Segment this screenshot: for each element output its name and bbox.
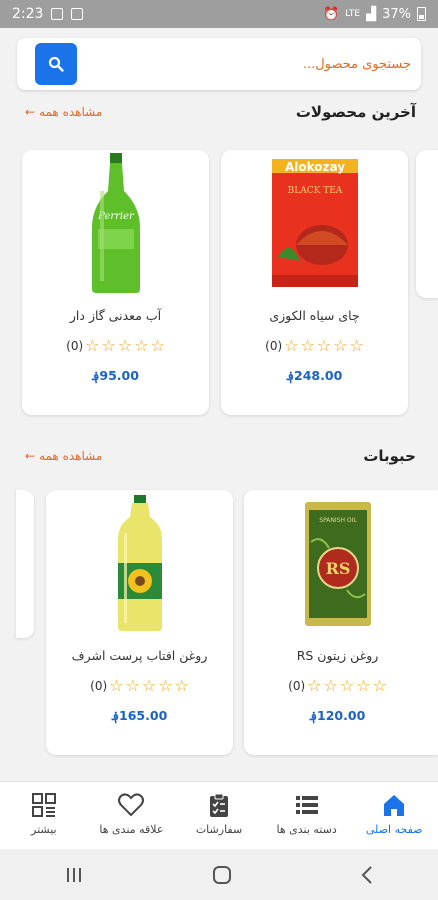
water-bottle-image: Perrier <box>91 153 140 293</box>
arrow-left-icon: ← <box>25 105 36 119</box>
tin-sub-text: SPANISH OIL <box>319 517 357 524</box>
star-icon: ☆ <box>158 676 173 695</box>
nav-more[interactable]: بیشتر <box>0 782 88 849</box>
tea-brand-text: Alokozay <box>284 160 344 174</box>
home-button-icon[interactable] <box>212 865 232 885</box>
star-icon: ☆ <box>300 336 315 355</box>
tea-sub-text: BLACK TEA <box>287 186 342 196</box>
star-icon: ☆ <box>134 336 149 355</box>
list-icon <box>295 796 318 814</box>
sunflower-oil-bottle-image <box>117 495 162 631</box>
nav-home[interactable]: صفحه اصلی <box>350 782 438 849</box>
view-all-link[interactable]: مشاهده همه ← <box>25 105 102 119</box>
nav-label: صفحه اصلی <box>365 823 423 836</box>
star-icon: ☆ <box>174 676 189 695</box>
star-icon: ☆ <box>333 336 348 355</box>
nav-favorites[interactable]: علاقه مندی ها <box>88 782 176 849</box>
heart-icon <box>118 793 145 817</box>
rating-count: (0) <box>66 339 84 353</box>
product-image: Alokozay BLACK TEA <box>221 150 408 296</box>
partial-product-card[interactable] <box>16 490 34 638</box>
product-price: 120.00؋ <box>309 708 366 723</box>
alarm-icon: ⏰ <box>322 6 340 22</box>
star-icon: ☆ <box>372 676 387 695</box>
system-navigation-bar <box>0 849 438 900</box>
back-icon[interactable] <box>360 865 374 885</box>
star-icon: ☆ <box>339 676 355 695</box>
star-icon: ☆ <box>323 676 338 695</box>
product-rating: ☆ ☆ ☆ ☆ ☆ (0) <box>22 338 209 354</box>
latest-products-header: آخرین محصولات مشاهده همه ← <box>0 103 438 133</box>
product-name: آب معدنی گاز دار <box>69 308 162 323</box>
star-icon: ☆ <box>307 676 322 695</box>
nav-label: علاقه مندی ها <box>99 823 164 836</box>
rating-count: (0) <box>265 339 283 353</box>
view-all-label: مشاهده همه <box>39 105 103 119</box>
grid-icon <box>31 793 56 817</box>
app-notification-icon <box>71 8 84 20</box>
star-icon: ☆ <box>356 676 371 695</box>
battery-level: 37% <box>382 6 411 22</box>
rating-count: (0) <box>90 679 108 693</box>
product-rating: ☆ ☆ ☆ ☆ ☆ (0) <box>46 678 233 694</box>
star-icon: ☆ <box>109 676 124 695</box>
nav-label: سفارشات <box>195 823 243 836</box>
star-icon: ☆ <box>284 336 299 355</box>
product-card[interactable]: Alokozay BLACK TEA چای سیاه الکوزی ☆ ☆ ☆… <box>221 150 408 415</box>
recent-apps-icon[interactable] <box>64 866 84 884</box>
product-image: Perrier <box>22 150 209 296</box>
product-image <box>46 490 233 636</box>
search-button[interactable] <box>35 43 77 85</box>
nav-orders[interactable]: سفارشات <box>175 782 263 849</box>
star-icon: ☆ <box>150 336 165 355</box>
image-notification-icon <box>51 8 64 20</box>
product-rating: ☆ ☆ ☆ ☆ ☆ (0) <box>244 678 431 694</box>
star-icon: ☆ <box>117 336 133 355</box>
star-icon: ☆ <box>316 336 332 355</box>
product-image: SPANISH OIL RS <box>244 490 431 636</box>
product-price: 248.00؋ <box>286 368 343 383</box>
rating-count: (0) <box>288 679 306 693</box>
star-icon: ☆ <box>141 676 157 695</box>
search-icon <box>48 56 64 72</box>
status-time: 2:23 <box>12 6 44 22</box>
tin-brand-text: RS <box>325 559 350 578</box>
nav-categories[interactable]: دسته بندی ها <box>263 782 351 849</box>
network-type: LTE <box>345 9 361 19</box>
tea-box-image: Alokozay BLACK TEA <box>271 159 358 287</box>
star-icon: ☆ <box>349 336 364 355</box>
section-title: آخرین محصولات <box>295 103 416 121</box>
star-icon: ☆ <box>101 336 116 355</box>
view-all-link[interactable]: مشاهده همه ← <box>25 449 102 463</box>
product-name: روغن زیتون RS <box>296 648 379 663</box>
partial-product-card[interactable] <box>416 150 438 298</box>
bottom-navigation: صفحه اصلی دسته بندی ها سفارشات علاقه مند… <box>0 781 438 849</box>
battery-icon <box>417 7 426 21</box>
product-name: روغن افتاب پرست اشرف <box>71 648 208 663</box>
signal-icon: ▟ <box>366 6 377 22</box>
product-price: 165.00؋ <box>111 708 168 723</box>
product-card[interactable]: Perrier آب معدنی گاز دار ☆ ☆ ☆ ☆ ☆ (0) 9… <box>22 150 209 415</box>
product-price: 95.00؋ <box>92 368 139 383</box>
nav-label: دسته بندی ها <box>276 823 337 836</box>
search-input[interactable] <box>111 50 411 78</box>
view-all-label: مشاهده همه <box>39 449 103 463</box>
product-rating: ☆ ☆ ☆ ☆ ☆ (0) <box>221 338 408 354</box>
olive-oil-tin-image: SPANISH OIL RS <box>304 502 371 626</box>
section-title: حبوبات <box>363 447 416 465</box>
home-icon <box>384 795 405 816</box>
product-name: چای سیاه الکوزی <box>269 308 360 323</box>
product-card[interactable]: SPANISH OIL RS روغن زیتون RS ☆ ☆ ☆ ☆ ☆ (… <box>244 490 438 755</box>
status-bar: 2:23 ⏰ LTE ▟ 37% <box>0 0 438 28</box>
grains-header: حبوبات مشاهده همه ← <box>0 447 438 477</box>
search-bar <box>17 38 421 90</box>
star-icon: ☆ <box>125 676 140 695</box>
arrow-left-icon: ← <box>25 449 36 463</box>
product-card[interactable]: روغن افتاب پرست اشرف ☆ ☆ ☆ ☆ ☆ (0) 165.0… <box>46 490 233 755</box>
nav-label: بیشتر <box>31 823 57 836</box>
star-icon: ☆ <box>85 336 100 355</box>
clipboard-icon <box>210 793 229 817</box>
